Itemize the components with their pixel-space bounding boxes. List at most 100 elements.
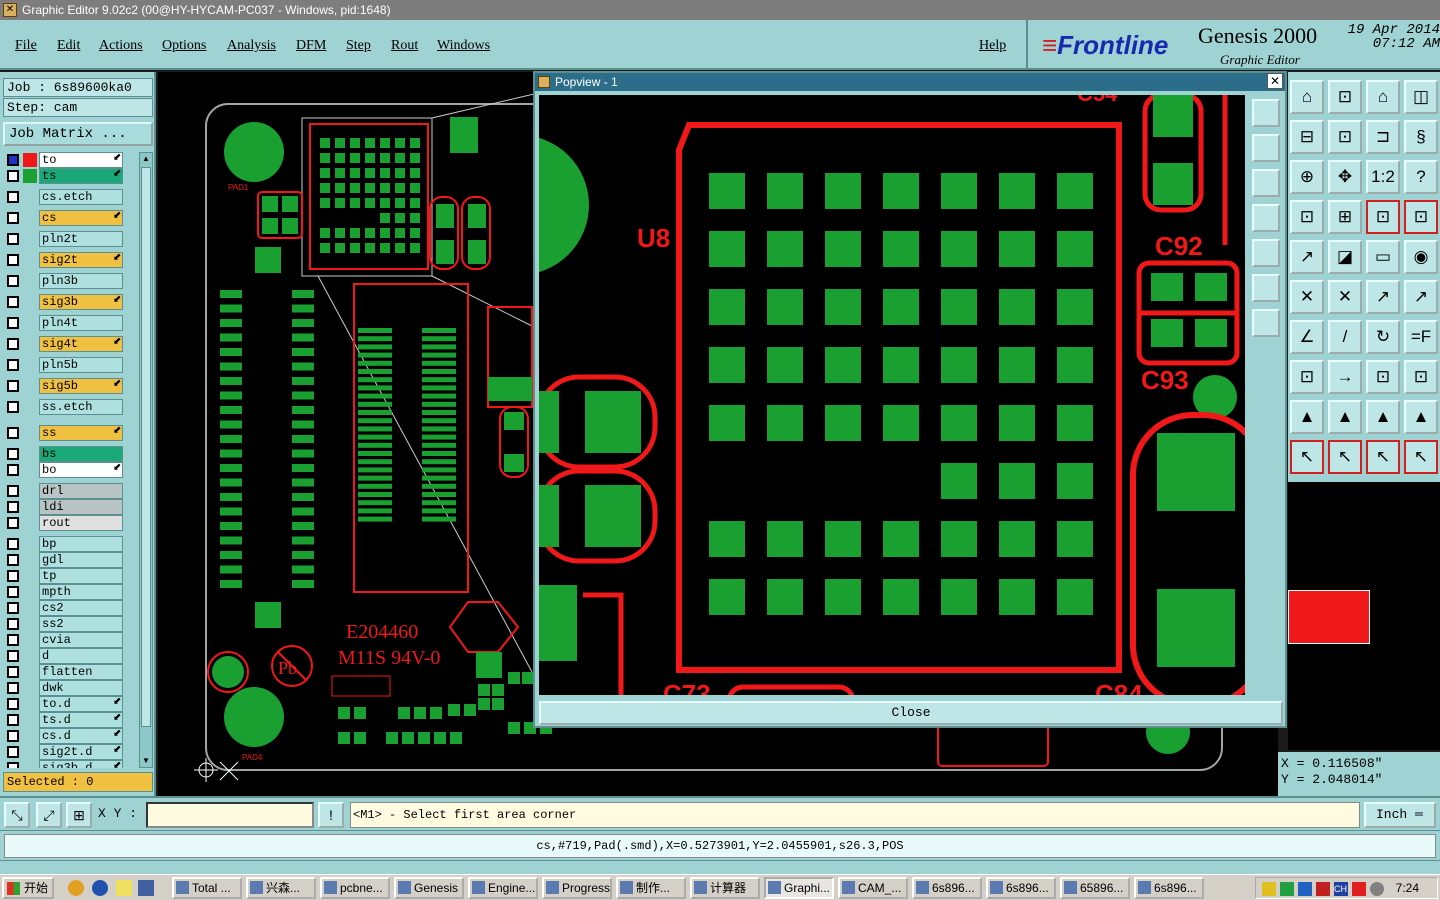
layer-row[interactable]: sig3b.d ⬋ <box>3 760 137 768</box>
layer-checkbox[interactable] <box>7 570 19 582</box>
layer-row[interactable]: to ⬋ <box>3 152 137 168</box>
layer-name[interactable]: sig3b.d <box>39 760 123 768</box>
layer-name[interactable]: drl <box>39 483 123 499</box>
tool-icon[interactable]: ↖ <box>1290 440 1324 474</box>
tool-icon[interactable]: ⊕ <box>1290 160 1324 194</box>
tool-icon[interactable]: ↗ <box>1404 280 1438 314</box>
tool-icon[interactable]: ◫ <box>1404 80 1438 114</box>
tool-icon[interactable]: ↗ <box>1290 240 1324 274</box>
layer-checkbox[interactable] <box>7 485 19 497</box>
taskbar-task[interactable]: Graphi... <box>764 877 834 899</box>
layer-checkbox[interactable] <box>7 682 19 694</box>
tool-icon[interactable]: ⊡ <box>1328 80 1362 114</box>
layer-name[interactable]: dwk <box>39 680 123 696</box>
popview-tool-icon[interactable] <box>1252 239 1280 267</box>
tool-icon[interactable]: ✕ <box>1328 280 1362 314</box>
zoom-area-icon[interactable]: ⤢ <box>36 802 62 828</box>
menu-rout[interactable]: Rout <box>391 38 418 54</box>
layer-checkbox[interactable] <box>7 501 19 513</box>
taskbar-task[interactable]: 制作... <box>616 877 686 899</box>
layer-checkbox[interactable] <box>7 233 19 245</box>
layer-row[interactable]: gdl <box>3 552 137 568</box>
popview-tool-icon[interactable] <box>1252 134 1280 162</box>
quicklaunch-browser-icon[interactable] <box>92 880 108 896</box>
layer-name[interactable]: flatten <box>39 664 123 680</box>
layer-checkbox[interactable] <box>7 380 19 392</box>
layer-checkbox[interactable] <box>7 448 19 460</box>
layer-name[interactable]: ss.etch <box>39 399 123 415</box>
layer-name[interactable]: cs <box>39 210 123 226</box>
layer-name[interactable]: sig4t <box>39 336 123 352</box>
tool-icon[interactable]: ✥ <box>1328 160 1362 194</box>
layer-name[interactable]: cs.etch <box>39 189 123 205</box>
layer-checkbox[interactable] <box>7 154 19 166</box>
layer-checkbox[interactable] <box>7 359 19 371</box>
popview-close-button[interactable]: Close <box>539 701 1283 725</box>
tool-icon[interactable]: ⊡ <box>1404 200 1438 234</box>
tool-icon[interactable]: ↖ <box>1366 440 1400 474</box>
layer-row[interactable]: sig5b ⬋ <box>3 378 137 394</box>
grid-icon[interactable]: ⊞ <box>66 802 92 828</box>
layer-name[interactable]: pln2t <box>39 231 123 247</box>
layer-name[interactable]: sig3b <box>39 294 123 310</box>
layer-name[interactable]: rout <box>39 515 123 531</box>
layer-name[interactable]: bp <box>39 536 123 552</box>
layer-row[interactable]: ldi <box>3 499 137 515</box>
layer-row[interactable]: ss.etch <box>3 399 137 415</box>
layer-checkbox[interactable] <box>7 634 19 646</box>
layer-checkbox[interactable] <box>7 317 19 329</box>
layer-row[interactable]: ss2 <box>3 616 137 632</box>
tray-icon-7[interactable] <box>1370 882 1384 896</box>
popview-tool-icon[interactable] <box>1252 274 1280 302</box>
layer-name[interactable]: to <box>39 152 123 168</box>
layer-checkbox[interactable] <box>7 762 19 768</box>
layer-row[interactable]: ts.d ⬋ <box>3 712 137 728</box>
popview-titlebar[interactable]: Popview - 1 ✕ <box>535 73 1285 91</box>
layer-checkbox[interactable] <box>7 212 19 224</box>
popview-canvas[interactable]: U8 C54 C92 C93 <box>539 95 1245 695</box>
tool-icon[interactable]: → <box>1328 360 1362 394</box>
tool-icon[interactable]: ↖ <box>1328 440 1362 474</box>
layer-name[interactable]: to.d <box>39 696 123 712</box>
layer-row[interactable]: sig4t ⬋ <box>3 336 137 352</box>
layer-row[interactable]: bs <box>3 446 137 462</box>
layer-row[interactable]: drl <box>3 483 137 499</box>
popview-tool-icon[interactable] <box>1252 169 1280 197</box>
ime-icon[interactable]: CH <box>1334 882 1348 896</box>
tool-icon[interactable]: ↖ <box>1404 440 1438 474</box>
layer-row[interactable]: tp <box>3 568 137 584</box>
layer-name[interactable]: gdl <box>39 552 123 568</box>
taskbar-task[interactable]: 6s896... <box>986 877 1056 899</box>
layer-checkbox[interactable] <box>7 666 19 678</box>
scroll-thumb[interactable] <box>141 167 151 727</box>
scroll-up-icon[interactable]: ▲ <box>141 153 151 165</box>
layer-row[interactable]: sig3b ⬋ <box>3 294 137 310</box>
layer-checkbox[interactable] <box>7 338 19 350</box>
tool-icon[interactable]: ✕ <box>1290 280 1324 314</box>
layer-checkbox[interactable] <box>7 464 19 476</box>
layer-row[interactable]: bo ⬋ <box>3 462 137 478</box>
tray-icon-6[interactable] <box>1352 882 1366 896</box>
layer-checkbox[interactable] <box>7 254 19 266</box>
zoom-fit-icon[interactable]: ⤡ <box>4 802 30 828</box>
job-matrix-button[interactable]: Job Matrix ... <box>3 122 153 146</box>
tool-icon[interactable]: ⊡ <box>1290 200 1324 234</box>
menu-actions[interactable]: Actions <box>99 38 143 54</box>
tool-icon[interactable]: ⊞ <box>1328 200 1362 234</box>
quicklaunch-folder-icon[interactable] <box>116 880 132 896</box>
window-titlebar[interactable]: ✕ Graphic Editor 9.02c2 (00@HY-HYCAM-PC0… <box>0 0 1440 20</box>
layer-name[interactable]: tp <box>39 568 123 584</box>
layer-name[interactable]: sig2t <box>39 252 123 268</box>
tool-icon[interactable]: ↻ <box>1366 320 1400 354</box>
tool-icon[interactable]: ∠ <box>1290 320 1324 354</box>
layer-row[interactable]: cs.d ⬋ <box>3 728 137 744</box>
layer-checkbox[interactable] <box>7 275 19 287</box>
taskbar-task[interactable]: 6s896... <box>1134 877 1204 899</box>
layer-row[interactable]: mpth <box>3 584 137 600</box>
tool-icon[interactable]: ◪ <box>1328 240 1362 274</box>
tool-icon[interactable]: ⊟ <box>1290 120 1324 154</box>
layer-name[interactable]: ts <box>39 168 123 184</box>
taskbar-task[interactable]: Total ... <box>172 877 242 899</box>
layer-checkbox[interactable] <box>7 746 19 758</box>
layer-name[interactable]: bo <box>39 462 123 478</box>
